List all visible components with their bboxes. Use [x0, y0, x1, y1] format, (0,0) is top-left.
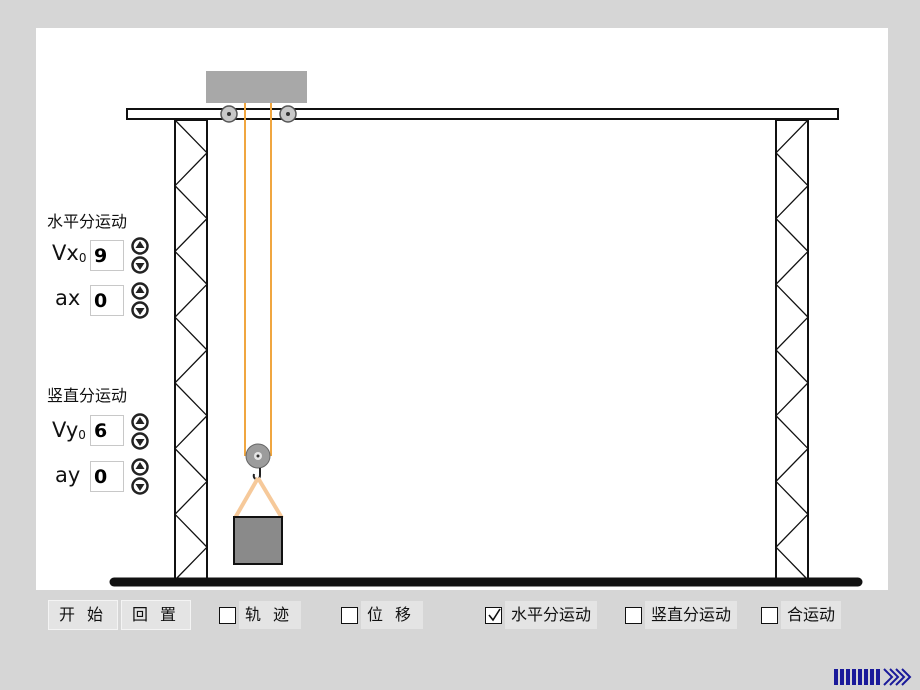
- vertical-motion-checkbox[interactable]: 竖直分运动: [625, 600, 738, 630]
- ay-label-axis: y: [67, 463, 81, 487]
- vx0-up-icon[interactable]: [131, 237, 149, 255]
- trajectory-label: 轨迹: [239, 601, 302, 629]
- ay-input[interactable]: 0: [90, 461, 124, 492]
- vx0-down-icon[interactable]: [131, 256, 149, 274]
- horizontal-motion-checkbox-box[interactable]: [485, 606, 502, 624]
- ay-down-icon[interactable]: [131, 477, 149, 495]
- vertical-section-title: 竖直分运动: [47, 386, 128, 405]
- trolley-block: [206, 71, 307, 103]
- vy0-label-axis: y: [65, 418, 79, 442]
- vx0-input[interactable]: 9: [90, 240, 124, 271]
- ax-label: ax: [55, 286, 80, 310]
- start-button[interactable]: 开始: [48, 600, 118, 630]
- checkmark-icon: [487, 608, 501, 622]
- displacement-checkbox[interactable]: 位移: [341, 600, 424, 630]
- ay-label: ay: [55, 463, 80, 487]
- ax-label-a: a: [55, 286, 68, 310]
- vertical-motion-checkbox-box[interactable]: [625, 606, 642, 624]
- combined-motion-label: 合运动: [781, 601, 842, 629]
- trajectory-checkbox-box[interactable]: [219, 606, 236, 624]
- combined-motion-checkbox[interactable]: 合运动: [761, 600, 842, 630]
- ay-up-icon[interactable]: [131, 458, 149, 476]
- combined-motion-checkbox-box[interactable]: [761, 606, 778, 624]
- sling-right: [256, 476, 284, 520]
- displacement-label: 位移: [361, 601, 424, 629]
- trolley-wheel-right: [279, 105, 297, 123]
- simulation-stage: [36, 28, 888, 590]
- right-tower: [775, 119, 809, 581]
- horizontal-motion-label: 水平分运动: [505, 601, 598, 629]
- vy0-label: Vy0: [52, 418, 86, 442]
- horizontal-motion-checkbox[interactable]: 水平分运动: [485, 600, 598, 630]
- vy0-label-sub: 0: [78, 428, 86, 442]
- ax-label-axis: x: [67, 286, 81, 310]
- left-tower: [174, 119, 208, 581]
- vertical-motion-label: 竖直分运动: [645, 601, 738, 629]
- displacement-checkbox-box[interactable]: [341, 606, 358, 624]
- vx0-label-sub: 0: [78, 251, 87, 265]
- vx0-label-v: V: [52, 241, 67, 265]
- ax-up-icon[interactable]: [131, 282, 149, 300]
- reset-button[interactable]: 回置: [121, 600, 191, 630]
- ax-input[interactable]: 0: [90, 285, 124, 316]
- vy0-input[interactable]: 6: [90, 415, 124, 446]
- trolley-wheel-left: [220, 105, 238, 123]
- cargo-box: [233, 516, 283, 565]
- ax-down-icon[interactable]: [131, 301, 149, 319]
- next-page-arrows-icon[interactable]: [834, 668, 918, 686]
- ay-label-a: a: [55, 463, 68, 487]
- vx0-label: Vx0: [52, 241, 86, 265]
- hook-pulley: [245, 443, 271, 469]
- vy0-label-v: V: [52, 418, 66, 442]
- crane-scene: [109, 71, 863, 587]
- vx0-label-axis: x: [66, 241, 79, 265]
- vy0-up-icon[interactable]: [131, 413, 149, 431]
- horizontal-section-title: 水平分运动: [47, 212, 128, 231]
- trajectory-checkbox[interactable]: 轨迹: [219, 600, 302, 630]
- sling-left: [233, 477, 260, 519]
- vy0-down-icon[interactable]: [131, 432, 149, 450]
